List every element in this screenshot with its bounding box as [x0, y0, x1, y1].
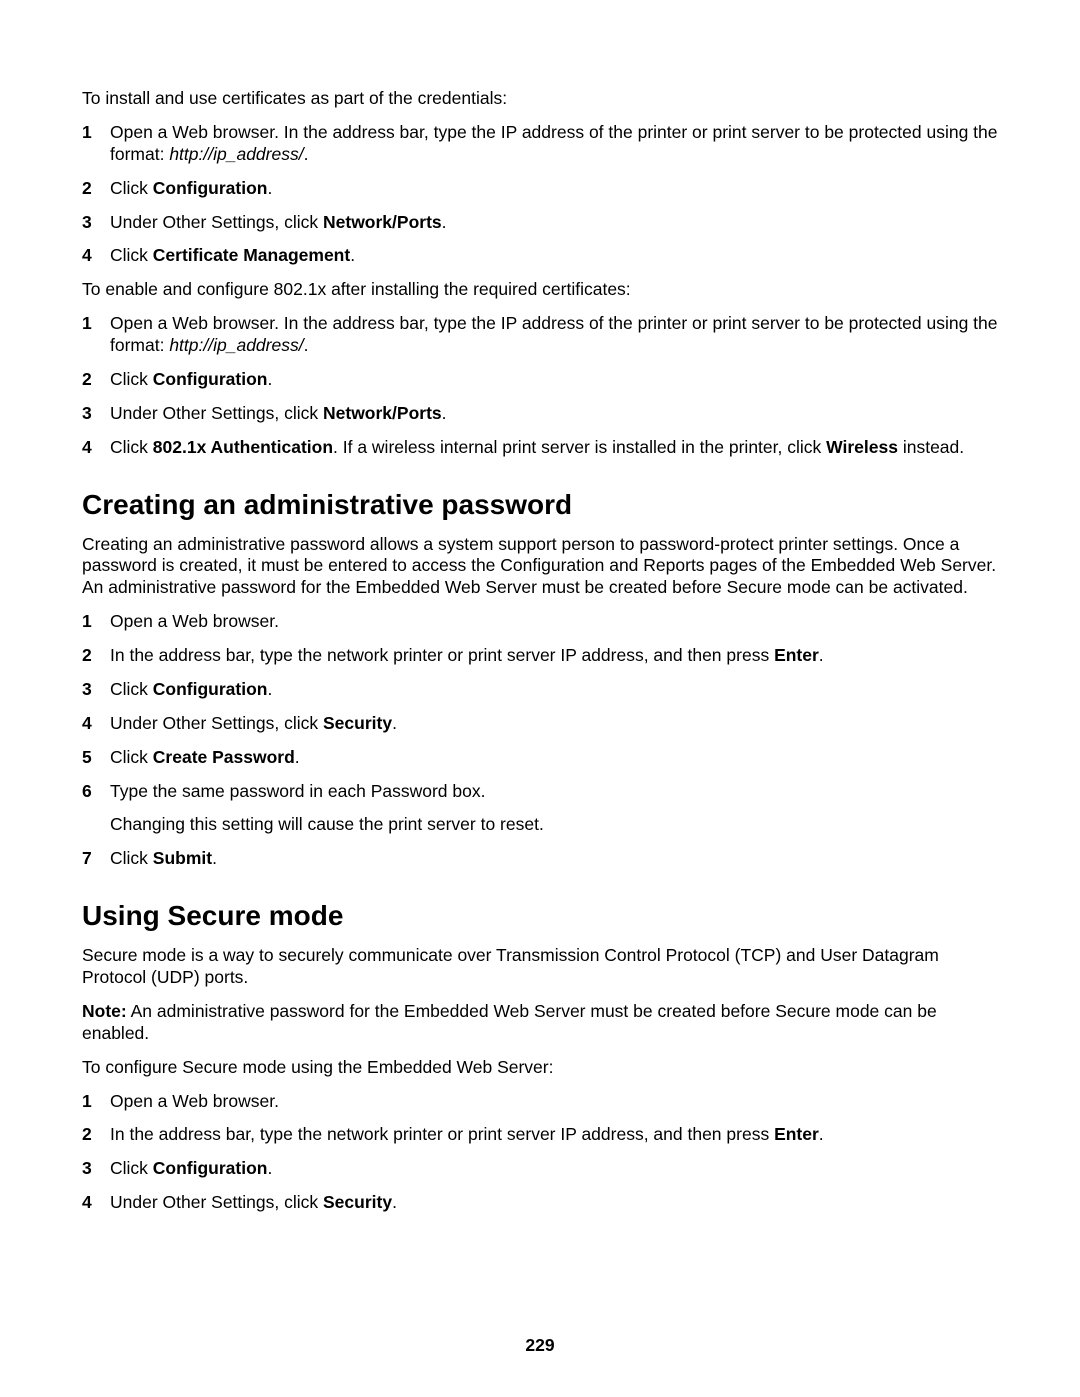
step-number: 6: [82, 781, 92, 803]
step-note: Changing this setting will cause the pri…: [110, 814, 998, 836]
step-number: 2: [82, 1124, 92, 1146]
step-number: 3: [82, 403, 92, 425]
heading-create-password: Creating an administrative password: [82, 487, 998, 522]
step-text: Click Certificate Management.: [110, 245, 998, 267]
step-number: 3: [82, 1158, 92, 1180]
step-item: 4 Click Certificate Management.: [82, 245, 998, 267]
step-text: Click Configuration.: [110, 369, 998, 391]
steps-secure-mode: 1 Open a Web browser. 2 In the address b…: [82, 1091, 998, 1215]
step-number: 3: [82, 679, 92, 701]
step-item: 2 Click Configuration.: [82, 178, 998, 200]
step-item: 2 Click Configuration.: [82, 369, 998, 391]
step-text: In the address bar, type the network pri…: [110, 1124, 998, 1146]
step-text: Open a Web browser. In the address bar, …: [110, 313, 998, 357]
step-number: 1: [82, 122, 92, 144]
step-item: 5 Click Create Password.: [82, 747, 998, 769]
step-number: 5: [82, 747, 92, 769]
step-number: 4: [82, 245, 92, 267]
steps-create-password: 1 Open a Web browser. 2 In the address b…: [82, 611, 998, 870]
step-number: 4: [82, 1192, 92, 1214]
step-number: 4: [82, 713, 92, 735]
step-item: 2 In the address bar, type the network p…: [82, 645, 998, 667]
heading-secure-mode: Using Secure mode: [82, 898, 998, 933]
step-number: 1: [82, 313, 92, 335]
step-item: 1 Open a Web browser.: [82, 1091, 998, 1113]
step-text: Open a Web browser.: [110, 611, 998, 633]
step-text: Open a Web browser.: [110, 1091, 998, 1113]
step-item: 4 Under Other Settings, click Security.: [82, 713, 998, 735]
step-number: 1: [82, 1091, 92, 1113]
step-item: 4 Under Other Settings, click Security.: [82, 1192, 998, 1214]
page-number: 229: [0, 1335, 1080, 1357]
step-number: 2: [82, 178, 92, 200]
paragraph: To configure Secure mode using the Embed…: [82, 1057, 998, 1079]
step-text: Open a Web browser. In the address bar, …: [110, 122, 998, 166]
step-item: 3 Click Configuration.: [82, 679, 998, 701]
paragraph: Secure mode is a way to securely communi…: [82, 945, 998, 989]
step-item: 4 Click 802.1x Authentication. If a wire…: [82, 437, 998, 459]
step-item: 3 Click Configuration.: [82, 1158, 998, 1180]
step-item: 1 Open a Web browser. In the address bar…: [82, 122, 998, 166]
step-item: 6 Type the same password in each Passwor…: [82, 781, 998, 837]
step-text: Click Configuration.: [110, 1158, 998, 1180]
paragraph: Creating an administrative password allo…: [82, 534, 998, 600]
note-text: An administrative password for the Embed…: [82, 1001, 937, 1043]
step-item: 3 Under Other Settings, click Network/Po…: [82, 403, 998, 425]
step-item: 1 Open a Web browser.: [82, 611, 998, 633]
step-number: 2: [82, 369, 92, 391]
step-text: Type the same password in each Password …: [110, 781, 998, 803]
step-item: 2 In the address bar, type the network p…: [82, 1124, 998, 1146]
step-number: 7: [82, 848, 92, 870]
step-text: Under Other Settings, click Security.: [110, 1192, 998, 1214]
step-text: Click Submit.: [110, 848, 998, 870]
step-text: Under Other Settings, click Network/Port…: [110, 212, 998, 234]
note-label: Note:: [82, 1001, 127, 1021]
step-number: 4: [82, 437, 92, 459]
document-page: To install and use certificates as part …: [0, 0, 1080, 1397]
step-text: Click 802.1x Authentication. If a wirele…: [110, 437, 998, 459]
intro-enable-8021x: To enable and configure 802.1x after ins…: [82, 279, 998, 301]
step-text: In the address bar, type the network pri…: [110, 645, 998, 667]
step-text: Click Configuration.: [110, 679, 998, 701]
step-item: 1 Open a Web browser. In the address bar…: [82, 313, 998, 357]
step-number: 3: [82, 212, 92, 234]
step-number: 1: [82, 611, 92, 633]
steps-enable-8021x: 1 Open a Web browser. In the address bar…: [82, 313, 998, 458]
step-text: Under Other Settings, click Security.: [110, 713, 998, 735]
intro-certificates: To install and use certificates as part …: [82, 88, 998, 110]
step-item: 7 Click Submit.: [82, 848, 998, 870]
step-item: 3 Under Other Settings, click Network/Po…: [82, 212, 998, 234]
step-number: 2: [82, 645, 92, 667]
step-text: Click Create Password.: [110, 747, 998, 769]
steps-install-certificates: 1 Open a Web browser. In the address bar…: [82, 122, 998, 267]
note-paragraph: Note: An administrative password for the…: [82, 1001, 998, 1045]
step-text: Click Configuration.: [110, 178, 998, 200]
step-text: Under Other Settings, click Network/Port…: [110, 403, 998, 425]
